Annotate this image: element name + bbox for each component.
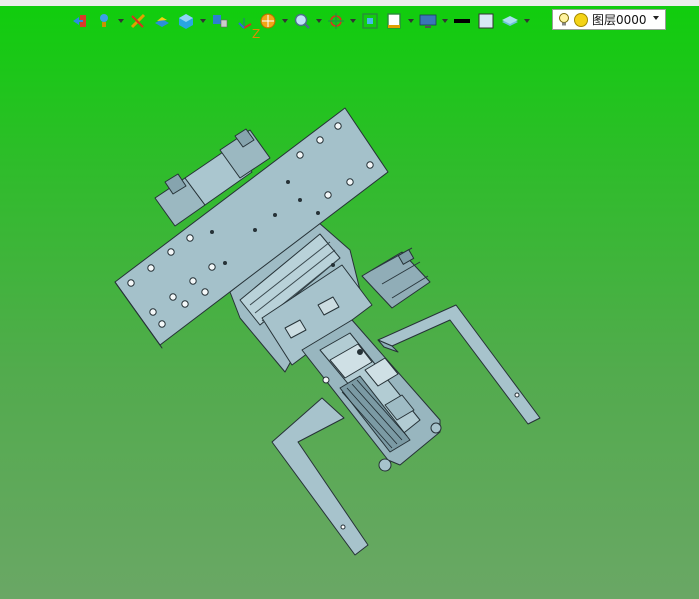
cad-model-viewport[interactable] <box>0 0 699 599</box>
left-bracket <box>271 397 369 556</box>
motor-block <box>361 251 431 309</box>
